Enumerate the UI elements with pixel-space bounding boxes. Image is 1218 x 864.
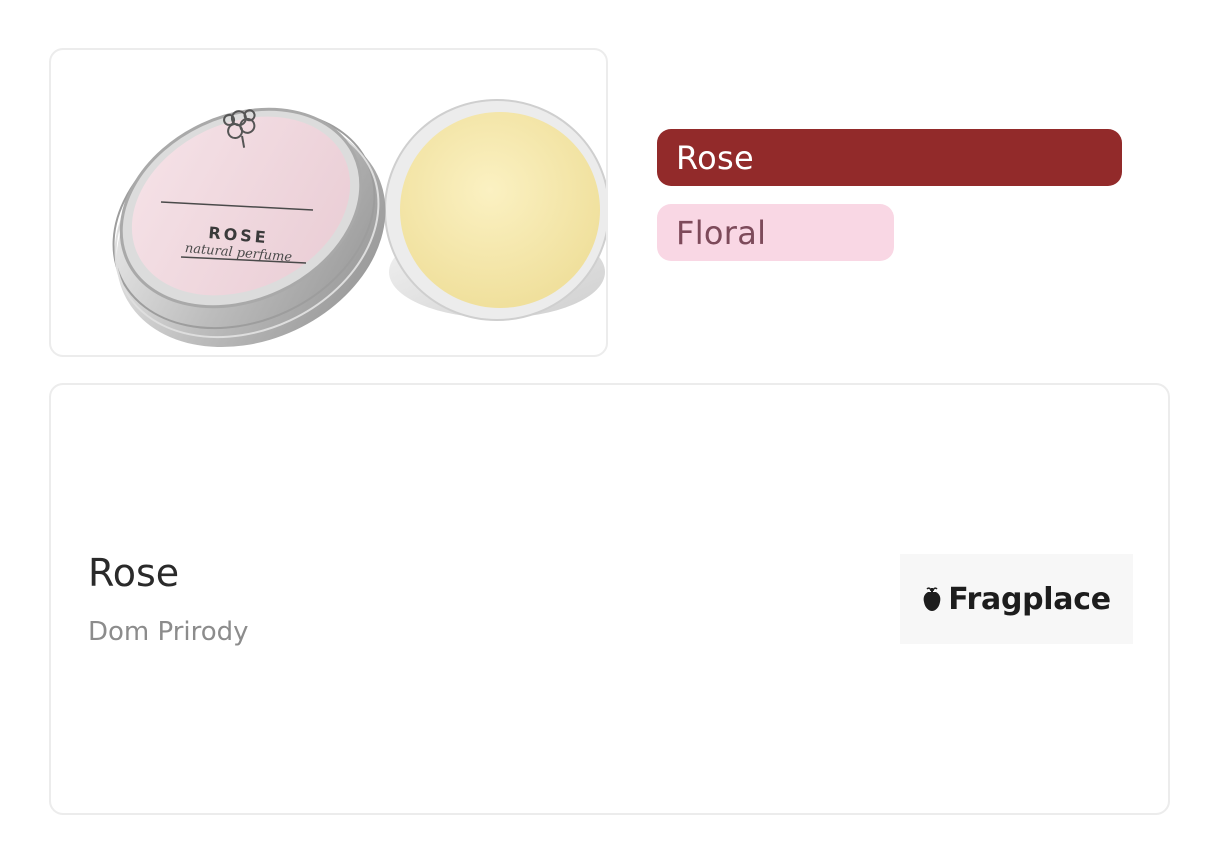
product-name: Rose xyxy=(88,551,180,595)
jar-balm xyxy=(400,112,600,308)
product-image-card[interactable]: ROSE natural perfume xyxy=(49,48,608,357)
scent-tag-primary-label: Rose xyxy=(676,138,754,177)
scent-tag-primary[interactable]: Rose xyxy=(657,129,1122,186)
scent-family-tag[interactable]: Floral xyxy=(657,204,894,261)
scent-family-tag-label: Floral xyxy=(676,213,767,252)
product-info-card[interactable]: Rose Dom Prirody Fragplace xyxy=(49,383,1170,815)
brand-name[interactable]: Dom Prirody xyxy=(88,617,249,647)
fragplace-logo-icon xyxy=(923,587,941,611)
product-image: ROSE natural perfume xyxy=(112,99,606,348)
vendor-logo-button[interactable]: Fragplace xyxy=(900,554,1133,644)
vendor-name: Fragplace xyxy=(948,581,1111,617)
